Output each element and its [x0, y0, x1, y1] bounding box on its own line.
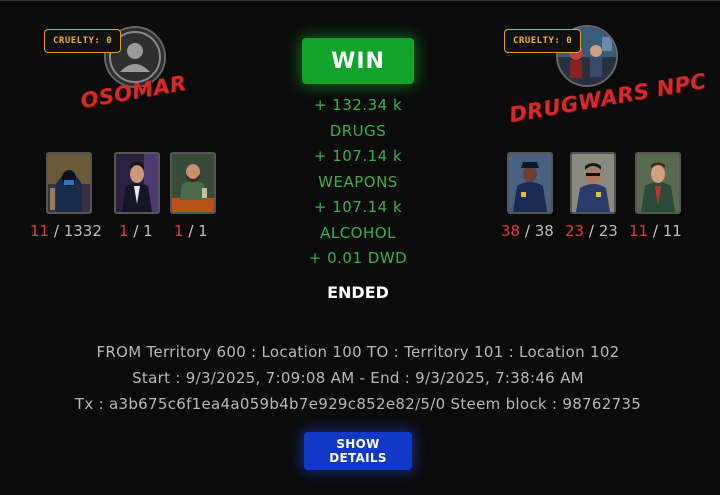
battle-route: FROM Territory 600 : Location 100 TO : T… [96, 343, 620, 361]
unit-card-suit-gangster[interactable] [114, 152, 160, 214]
police-officer-icon [509, 154, 551, 212]
reward-line: + 0.01 DWD [308, 249, 408, 267]
loot-rewards: + 132.34 k DRUGS + 107.14 k WEAPONS + 10… [258, 93, 458, 272]
bartender-icon [172, 154, 214, 212]
defender-cruelty-badge: CRUELTY: 0 [504, 29, 582, 53]
reward-line: DRUGS [329, 121, 387, 140]
unit-count: 1 / 1 [174, 222, 208, 240]
policewoman-icon [572, 154, 614, 212]
reward-line: WEAPONS [318, 172, 398, 191]
unit-count: 23 / 23 [565, 222, 618, 240]
reward-line: + 107.14 k [313, 198, 403, 216]
unit-count: 38 / 38 [501, 222, 554, 240]
unit-count: 1 / 1 [119, 222, 153, 240]
defender-panel: CRUELTY: 0 DRUGWARS NPC 38 / 38 23 / 23 … [470, 22, 710, 262]
battle-status: ENDED [327, 283, 389, 302]
top-border [0, 0, 720, 1]
unit-count: 11 / 11 [629, 222, 682, 240]
attacker-cruelty-badge: CRUELTY: 0 [44, 29, 122, 53]
unit-card-bartender[interactable] [170, 152, 216, 214]
unit-card-policewoman[interactable] [570, 152, 616, 214]
reward-line: + 107.14 k [313, 147, 403, 165]
defender-units [470, 152, 710, 214]
show-details-button[interactable]: SHOW DETAILS [304, 432, 412, 470]
unit-card-police-officer[interactable] [507, 152, 553, 214]
reward-line: + 132.34 k [313, 96, 403, 114]
unit-card-sheriff[interactable] [635, 152, 681, 214]
attacker-units [10, 152, 250, 214]
unit-card-hooded-thug[interactable] [46, 152, 92, 214]
suit-gangster-icon [116, 154, 158, 212]
reward-line: ALCOHOL [320, 223, 396, 242]
hooded-thug-icon [48, 154, 90, 212]
defender-unit-counts: 38 / 38 23 / 23 11 / 11 [470, 222, 710, 244]
battle-transaction: Tx : a3b675c6f1ea4a059b4b7e929c852e82/5/… [74, 395, 642, 413]
attacker-panel: CRUELTY: 0 OSOMAR 11 / 1332 1 / 1 1 / 1 [10, 22, 250, 262]
battle-time: Start : 9/3/2025, 7:09:08 AM - End : 9/3… [132, 369, 584, 387]
battle-info: FROM Territory 600 : Location 100 TO : T… [0, 339, 716, 417]
sheriff-icon [637, 154, 679, 212]
unit-count: 11 / 1332 [30, 222, 102, 240]
battle-result-win[interactable]: WIN [302, 38, 414, 84]
attacker-unit-counts: 11 / 1332 1 / 1 1 / 1 [10, 222, 250, 244]
